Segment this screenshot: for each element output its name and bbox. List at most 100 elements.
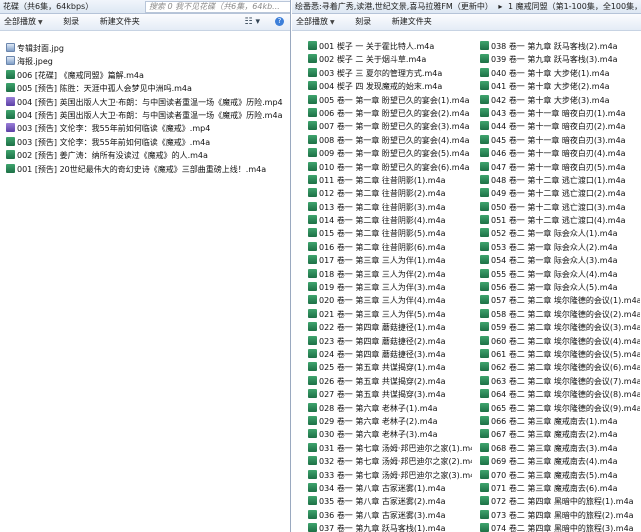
file-item[interactable]: 002 楔子 二 关于烟斗草.m4a: [308, 53, 472, 66]
file-item[interactable]: 003 楔子 三 夏尔的管理方式.m4a: [308, 67, 472, 80]
file-item[interactable]: 017 卷一 第三章 三人为伴(1).m4a: [308, 254, 472, 267]
right-address-segment-1[interactable]: 绘番悉:寻着广秀,读港,世纪文景,喜马拉雅FM（更新中）: [292, 2, 496, 11]
file-item[interactable]: 005 卷一 第一章 盼望已久的宴会(1).m4a: [308, 94, 472, 107]
left-address-bar[interactable]: 花碟（共6集，64kbps） 搜索 0 我不见花碟（共6集，64kb...: [0, 0, 290, 14]
file-item[interactable]: 006 [花碟] 《魔戒同盟》篇解.m4a: [6, 69, 283, 82]
file-item[interactable]: 043 卷一 第十一章 暗夜白刃(1).m4a: [480, 107, 640, 120]
file-item[interactable]: 073 卷二 第四章 黑暗中的旅程(2).m4a: [480, 509, 640, 522]
file-name: 004 [预告] 英国出版人大卫·布朗：与中国读者重温一场《魔戒》历险.m4a: [17, 110, 283, 120]
file-item[interactable]: 005 [预告] 陈胜：天涯中孤人会梦见中洲吗.m4a: [6, 82, 283, 95]
file-item[interactable]: 060 卷二 第二章 埃尔隆德的会议(4).m4a: [480, 335, 640, 348]
file-item[interactable]: 016 卷一 第二章 往昔阴影(6).m4a: [308, 241, 472, 254]
file-item[interactable]: 019 卷一 第三章 三人为伴(3).m4a: [308, 281, 472, 294]
file-item[interactable]: 008 卷一 第一章 盼望已久的宴会(4).m4a: [308, 134, 472, 147]
left-address-text[interactable]: 花碟（共6集，64kbps）: [0, 2, 96, 11]
file-item[interactable]: 009 卷一 第一章 盼望已久的宴会(5).m4a: [308, 147, 472, 160]
file-item[interactable]: 052 卷二 第一章 际会众人(1).m4a: [480, 227, 640, 240]
file-item[interactable]: 036 卷一 第八章 古冢迷雾(3).m4a: [308, 509, 472, 522]
left-search-input[interactable]: 搜索 0 我不见花碟（共6集，64kb...: [145, 1, 290, 13]
left-new-folder-button[interactable]: 新建文件夹: [100, 14, 140, 30]
file-item[interactable]: 031 卷一 第七章 汤姆·邦巴迪尔之家(1).m4a: [308, 442, 472, 455]
file-item[interactable]: 033 卷一 第七章 汤姆·邦巴迪尔之家(3).m4a: [308, 469, 472, 482]
file-item[interactable]: 049 卷一 第十二章 逃亡渡口(2).m4a: [480, 187, 640, 200]
file-item[interactable]: 057 卷二 第二章 埃尔隆德的会议(1).m4a: [480, 294, 640, 307]
file-item[interactable]: 074 卷二 第四章 黑暗中的旅程(3).m4a: [480, 522, 640, 532]
left-play-all-button[interactable]: 全部播放 ▼: [4, 14, 43, 31]
file-item[interactable]: 002 [预告] 姜广涛：纳所有没读过《魔戒》的人.m4a: [6, 149, 283, 162]
file-item[interactable]: 072 卷二 第四章 黑暗中的旅程(1).m4a: [480, 495, 640, 508]
file-item[interactable]: 027 卷一 第五章 共谋揭穿(3).m4a: [308, 388, 472, 401]
file-item[interactable]: 001 楔子 一 关于霍比特人.m4a: [308, 40, 472, 53]
file-item[interactable]: 014 卷一 第二章 往昔阴影(4).m4a: [308, 214, 472, 227]
file-item[interactable]: 专辑封面.jpg: [6, 42, 283, 55]
file-item[interactable]: 007 卷一 第一章 盼望已久的宴会(3).m4a: [308, 120, 472, 133]
file-item[interactable]: 038 卷一 第九章 跃马客栈(2).m4a: [480, 40, 640, 53]
file-item[interactable]: 010 卷一 第一章 盼望已久的宴会(6).m4a: [308, 161, 472, 174]
file-item[interactable]: 050 卷一 第十二章 逃亡渡口(3).m4a: [480, 201, 640, 214]
file-item[interactable]: 003 [预告] 文伦李：我55年前如何临读《魔戒》.mp4: [6, 122, 283, 135]
file-item[interactable]: 044 卷一 第十一章 暗夜白刃(2).m4a: [480, 120, 640, 133]
file-item[interactable]: 040 卷一 第十章 大步佬(1).m4a: [480, 67, 640, 80]
file-item[interactable]: 064 卷二 第二章 埃尔隆德的会议(8).m4a: [480, 388, 640, 401]
file-item[interactable]: 051 卷一 第十二章 逃亡渡口(4).m4a: [480, 214, 640, 227]
file-item[interactable]: 042 卷一 第十章 大步佬(3).m4a: [480, 94, 640, 107]
view-options-icon[interactable]: ☷ ▾: [245, 14, 260, 30]
right-burn-button[interactable]: 刻录: [355, 14, 371, 30]
file-item[interactable]: 004 [预告] 英国出版人大卫·布朗：与中国读者重温一场《魔戒》历险.mp4: [6, 96, 283, 109]
file-item[interactable]: 062 卷二 第二章 埃尔隆德的会议(6).m4a: [480, 361, 640, 374]
file-item[interactable]: 海报.jpeg: [6, 55, 283, 68]
file-item[interactable]: 056 卷二 第一章 际会众人(5).m4a: [480, 281, 640, 294]
file-item[interactable]: 068 卷二 第三章 魔戒南去(3).m4a: [480, 442, 640, 455]
file-item[interactable]: 015 卷一 第二章 往昔阴影(5).m4a: [308, 227, 472, 240]
right-play-all-button[interactable]: 全部播放 ▼: [296, 14, 335, 31]
file-item[interactable]: 061 卷二 第二章 埃尔隆德的会议(5).m4a: [480, 348, 640, 361]
file-item[interactable]: 045 卷一 第十一章 暗夜白刃(3).m4a: [480, 134, 640, 147]
help-icon[interactable]: ?: [275, 17, 284, 26]
file-item[interactable]: 041 卷一 第十章 大步佬(2).m4a: [480, 80, 640, 93]
file-item[interactable]: 020 卷一 第三章 三人为伴(4).m4a: [308, 294, 472, 307]
file-item[interactable]: 023 卷一 第四章 蘑菇捷径(2).m4a: [308, 335, 472, 348]
file-item[interactable]: 024 卷一 第四章 蘑菇捷径(3).m4a: [308, 348, 472, 361]
file-item[interactable]: 022 卷一 第四章 蘑菇捷径(1).m4a: [308, 321, 472, 334]
file-item[interactable]: 001 [预告] 20世纪最伟大的奇幻史诗《魔戒》三部曲重磅上线！.m4a: [6, 163, 283, 176]
file-item[interactable]: 034 卷一 第八章 古冢迷雾(1).m4a: [308, 482, 472, 495]
file-item[interactable]: 066 卷二 第三章 魔戒南去(1).m4a: [480, 415, 640, 428]
file-item[interactable]: 071 卷二 第三章 魔戒南去(6).m4a: [480, 482, 640, 495]
file-item[interactable]: 048 卷一 第十二章 逃亡渡口(1).m4a: [480, 174, 640, 187]
file-item[interactable]: 067 卷二 第三章 魔戒南去(2).m4a: [480, 428, 640, 441]
file-item[interactable]: 047 卷一 第十一章 暗夜白刃(5).m4a: [480, 161, 640, 174]
file-item[interactable]: 065 卷二 第二章 埃尔隆德的会议(9).m4a: [480, 402, 640, 415]
file-item[interactable]: 004 [预告] 英国出版人大卫·布朗：与中国读者重温一场《魔戒》历险.m4a: [6, 109, 283, 122]
left-burn-button[interactable]: 刻录: [63, 14, 79, 30]
file-item[interactable]: 037 卷一 第九章 跃马客栈(1).m4a: [308, 522, 472, 532]
file-item[interactable]: 029 卷一 第六章 老林子(2).m4a: [308, 415, 472, 428]
audio-file-icon: [480, 161, 489, 171]
file-item[interactable]: 013 卷一 第二章 往昔阴影(3).m4a: [308, 201, 472, 214]
file-item[interactable]: 021 卷一 第三章 三人为伴(5).m4a: [308, 308, 472, 321]
file-item[interactable]: 059 卷二 第二章 埃尔隆德的会议(3).m4a: [480, 321, 640, 334]
file-item[interactable]: 030 卷一 第六章 老林子(3).m4a: [308, 428, 472, 441]
right-address-bar[interactable]: 绘番悉:寻着广秀,读港,世纪文景,喜马拉雅FM（更新中） ▸ 1 魔戒同盟（第1…: [292, 0, 641, 14]
file-item[interactable]: 054 卷二 第一章 际会众人(3).m4a: [480, 254, 640, 267]
file-item[interactable]: 053 卷二 第一章 际会众人(2).m4a: [480, 241, 640, 254]
right-address-segment-2[interactable]: 1 魔戒同盟（第1-100集，全100集，64kbps）: [505, 2, 641, 11]
file-item[interactable]: 025 卷一 第五章 共谋揭穿(1).m4a: [308, 361, 472, 374]
file-item[interactable]: 004 楔子 四 发现魔戒的始末.m4a: [308, 80, 472, 93]
file-item[interactable]: 012 卷一 第二章 往昔阴影(2).m4a: [308, 187, 472, 200]
file-item[interactable]: 035 卷一 第八章 古冢迷雾(2).m4a: [308, 495, 472, 508]
file-item[interactable]: 069 卷二 第三章 魔戒南去(4).m4a: [480, 455, 640, 468]
file-item[interactable]: 063 卷二 第二章 埃尔隆德的会议(7).m4a: [480, 375, 640, 388]
right-new-folder-button[interactable]: 新建文件夹: [392, 14, 432, 30]
file-item[interactable]: 011 卷一 第二章 往昔阴影(1).m4a: [308, 174, 472, 187]
file-item[interactable]: 028 卷一 第六章 老林子(1).m4a: [308, 402, 472, 415]
file-item[interactable]: 070 卷二 第三章 魔戒南去(5).m4a: [480, 469, 640, 482]
file-item[interactable]: 006 卷一 第一章 盼望已久的宴会(2).m4a: [308, 107, 472, 120]
file-item[interactable]: 046 卷一 第十一章 暗夜白刃(4).m4a: [480, 147, 640, 160]
file-item[interactable]: 058 卷二 第二章 埃尔隆德的会议(2).m4a: [480, 308, 640, 321]
file-item[interactable]: 039 卷一 第九章 跃马客栈(3).m4a: [480, 53, 640, 66]
file-item[interactable]: 055 卷二 第一章 际会众人(4).m4a: [480, 268, 640, 281]
file-item[interactable]: 003 [预告] 文伦李：我55年前如何临读《魔戒》.m4a: [6, 136, 283, 149]
file-item[interactable]: 032 卷一 第七章 汤姆·邦巴迪尔之家(2).m4a: [308, 455, 472, 468]
file-item[interactable]: 026 卷一 第五章 共谋揭穿(2).m4a: [308, 375, 472, 388]
file-item[interactable]: 018 卷一 第三章 三人为伴(2).m4a: [308, 268, 472, 281]
